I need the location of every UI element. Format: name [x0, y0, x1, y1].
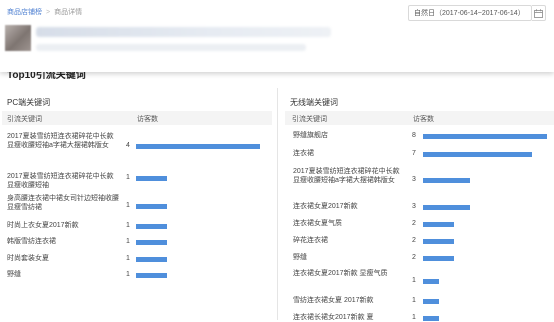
mobile-row-visitors: 3	[412, 203, 416, 210]
pc-row-keyword[interactable]: 时尚套装女夏	[7, 254, 119, 263]
pc-col-visitors: 访客数	[137, 116, 158, 123]
pc-row-keyword[interactable]: 时尚上衣女夏2017新款	[7, 221, 119, 230]
pc-row-keyword[interactable]: 身高腰连衣裙中裙女司针边短袖收腰显瘦雪纺裙	[7, 194, 119, 212]
pc-row-visitors: 1	[126, 271, 130, 278]
mobile-row-keyword[interactable]: 野缝	[293, 253, 403, 262]
breadcrumb-separator: >	[46, 9, 51, 16]
pc-visitor-bar	[136, 144, 260, 149]
pc-visitor-bar	[136, 224, 167, 229]
pc-panel-title: PC端关键词	[7, 98, 51, 107]
mobile-row-visitors: 2	[412, 254, 416, 261]
pc-row-keyword[interactable]: 2017夏装雪纺短连衣裙碎花中长款显瘦收腰短袖a字裙大摆裙韩版女	[7, 132, 119, 150]
date-range-picker[interactable]: 自然日（2017-06-14~2017-06-14）	[408, 5, 532, 21]
mobile-row-visitors: 3	[412, 176, 416, 183]
mobile-row-keyword[interactable]: 2017夏装雪纺短连衣裙碎花中长款显瘦收腰短袖a字裙大摆裙韩版女	[293, 167, 403, 185]
pc-table-header: 引流关键词 访客数	[2, 111, 272, 125]
mobile-row-keyword[interactable]: 连衣裙	[293, 149, 403, 158]
mobile-col-visitors: 访客数	[413, 116, 434, 123]
mobile-row-visitors: 8	[412, 132, 416, 139]
mobile-table-header: 引流关键词 访客数	[285, 111, 554, 125]
pc-row-visitors: 1	[126, 174, 130, 181]
mobile-row-visitors: 7	[412, 150, 416, 157]
calendar-button[interactable]	[532, 5, 546, 21]
mobile-visitor-bar	[423, 256, 454, 261]
mobile-visitor-bar	[423, 134, 547, 139]
mobile-row-keyword[interactable]: 碎花连衣裙	[293, 236, 403, 245]
mobile-row-keyword[interactable]: 连衣裙女夏2017新款 显瘦气质	[293, 269, 403, 278]
mobile-row-visitors: 2	[412, 237, 416, 244]
breadcrumb-parent-link[interactable]: 商品店铺榜	[7, 9, 42, 16]
mobile-row-keyword[interactable]: 连衣裙长裙女2017新款 夏	[293, 313, 403, 322]
mobile-visitor-bar	[423, 239, 454, 244]
mobile-col-keyword: 引流关键词	[292, 116, 327, 123]
mobile-visitor-bar	[423, 205, 470, 210]
pc-row-visitors: 1	[126, 238, 130, 245]
pc-col-keyword: 引流关键词	[7, 116, 42, 123]
calendar-icon	[534, 9, 543, 18]
mobile-row-visitors: 1	[412, 277, 416, 284]
shop-name-blurred	[36, 27, 331, 37]
mobile-visitor-bar	[423, 152, 532, 157]
breadcrumb: 商品店铺榜 > 商品详情	[7, 7, 82, 17]
pc-visitor-bar	[136, 176, 167, 181]
pc-row-keyword[interactable]: 2017夏装雪纺短连衣裙碎花中长款显瘦收腰短袖	[7, 172, 119, 190]
pc-row-keyword[interactable]: 野缝	[7, 270, 119, 279]
mobile-row-visitors: 2	[412, 220, 416, 227]
mobile-row-visitors: 1	[412, 297, 416, 304]
pc-row-visitors: 4	[126, 142, 130, 149]
mobile-panel-title: 无线端关键词	[290, 98, 338, 107]
pc-visitor-bar	[136, 204, 167, 209]
panel-divider	[277, 88, 278, 320]
pc-visitor-bar	[136, 240, 167, 245]
pc-visitor-bar	[136, 273, 167, 278]
pc-row-keyword[interactable]: 韩版雪纺连衣裙	[7, 237, 119, 246]
mobile-visitor-bar	[423, 279, 439, 284]
mobile-row-keyword[interactable]: 连衣裙女夏2017新款	[293, 202, 403, 211]
mobile-visitor-bar	[423, 316, 439, 321]
mobile-row-keyword[interactable]: 雪纺连衣裙女夏 2017新款	[293, 296, 403, 305]
mobile-visitor-bar	[423, 222, 454, 227]
page-header: 商品店铺榜 > 商品详情 自然日（2017-06-14~2017-06-14）	[0, 0, 554, 72]
mobile-visitor-bar	[423, 299, 439, 304]
pc-row-visitors: 1	[126, 202, 130, 209]
mobile-visitor-bar	[423, 178, 470, 183]
breadcrumb-current: 商品详情	[54, 9, 83, 16]
mobile-row-keyword[interactable]: 连衣裙女夏气质	[293, 219, 403, 228]
pc-visitor-bar	[136, 257, 167, 262]
shop-avatar	[5, 25, 31, 51]
shop-subtitle-blurred	[36, 44, 306, 51]
mobile-row-keyword[interactable]: 野缝旗舰店	[293, 131, 403, 140]
pc-row-visitors: 1	[126, 255, 130, 262]
pc-row-visitors: 1	[126, 222, 130, 229]
